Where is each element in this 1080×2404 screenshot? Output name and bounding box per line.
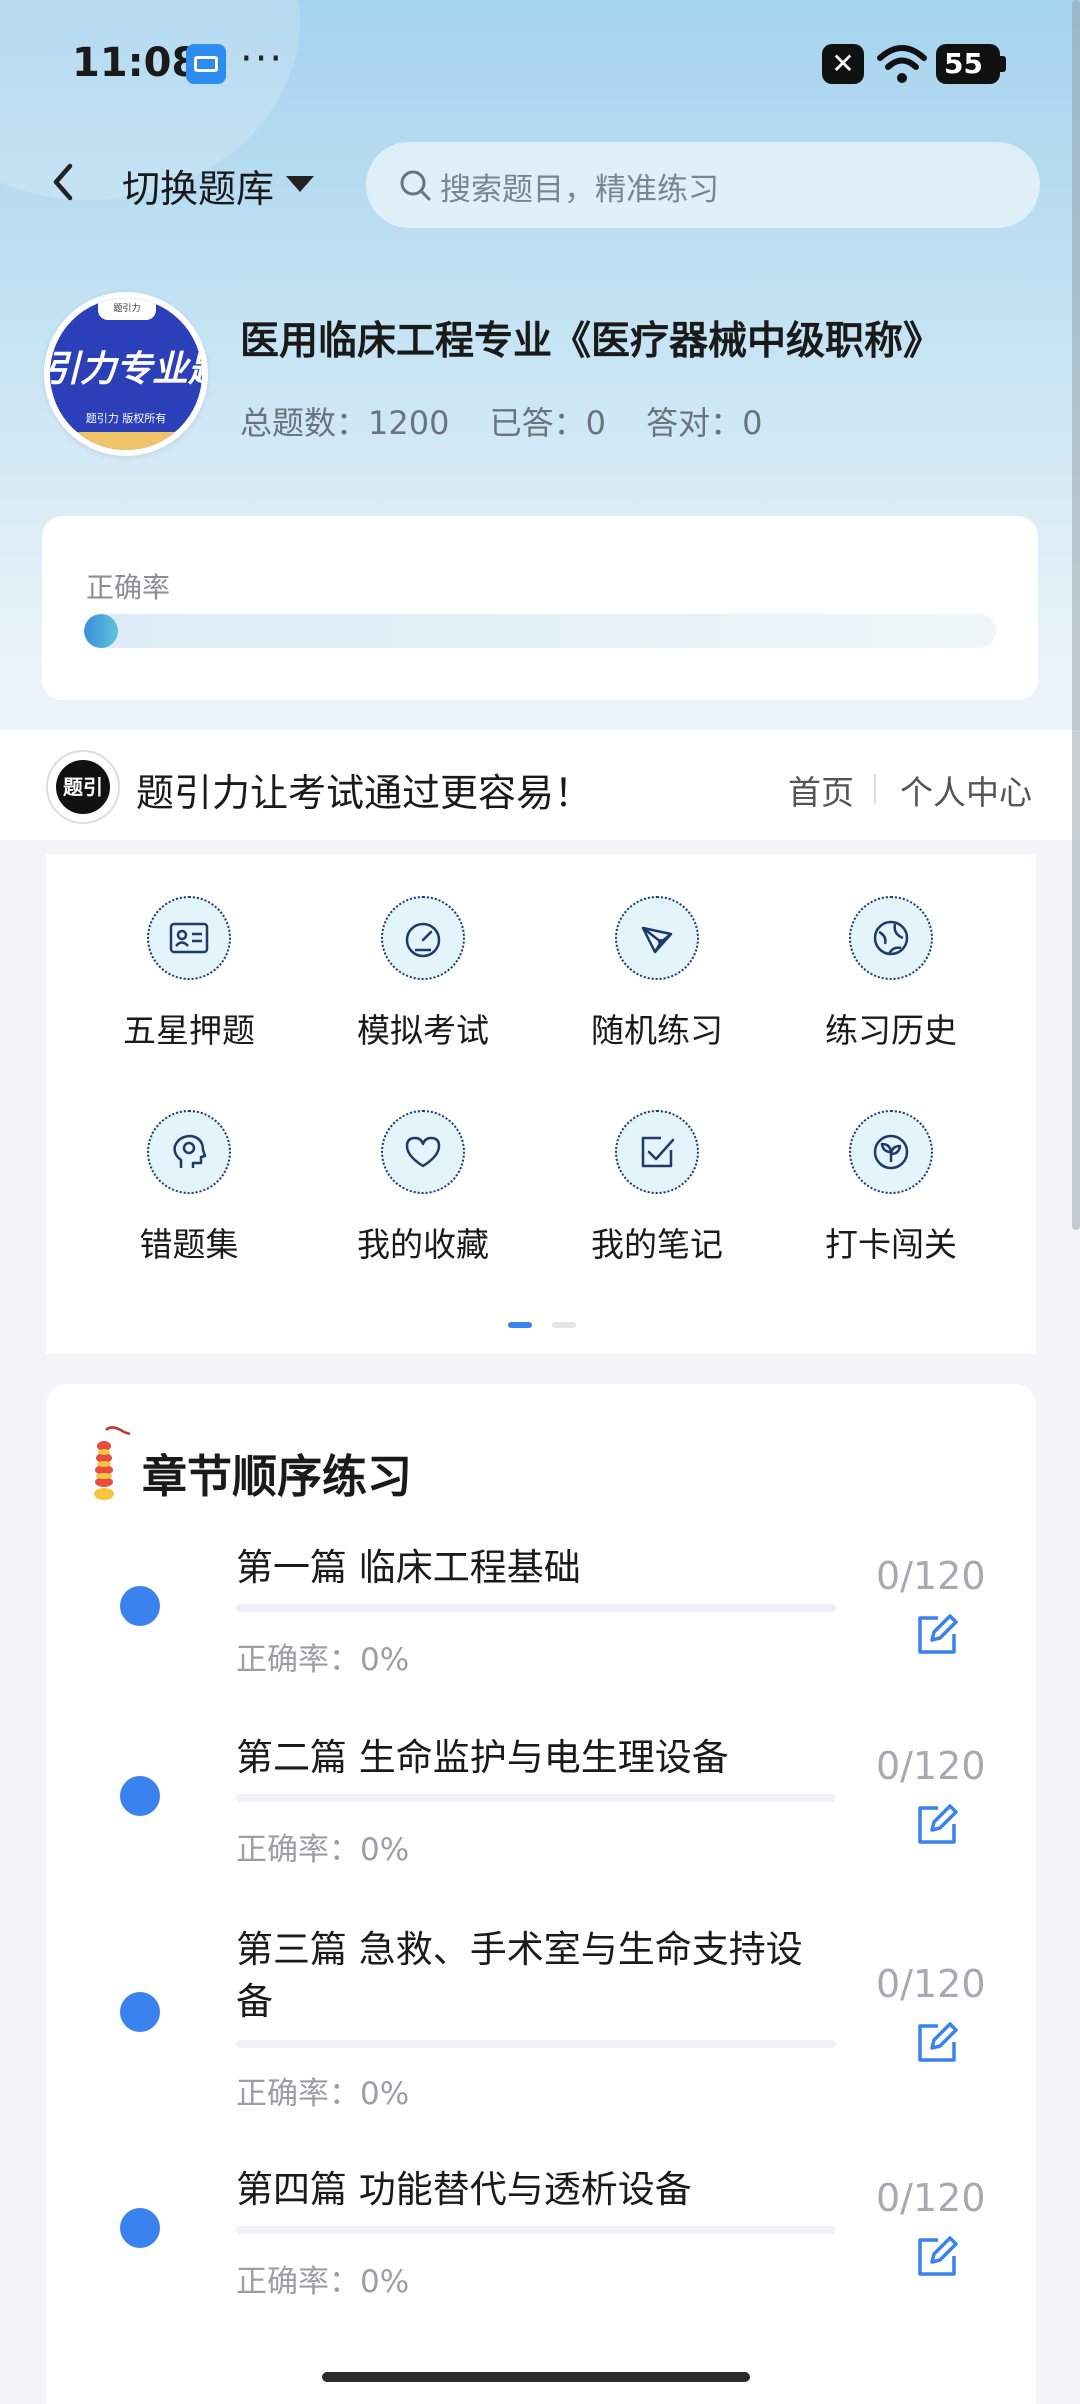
edit-icon[interactable] — [914, 2234, 960, 2280]
menu-item-favorites[interactable]: 我的收藏 — [328, 1068, 518, 1264]
accuracy-card: 正确率 — [42, 516, 1038, 700]
no-sim-icon: ✕ — [822, 44, 864, 84]
logo-tab-text: 题引力 — [98, 298, 156, 320]
edit-icon[interactable] — [914, 2020, 960, 2066]
chapter-name: 第四篇 功能替代与透析设备 — [236, 2168, 692, 2211]
brand-slogan: 题引力让考试通过更容易！ — [136, 771, 593, 815]
chapter-status-dot — [120, 1586, 160, 1626]
total-count: 总题数：1200 — [240, 404, 450, 442]
battery-cap — [1000, 56, 1006, 72]
menu-label: 练习历史 — [825, 1011, 957, 1050]
chapter-section-title: 章节顺序练习 — [142, 1450, 413, 1503]
globe-icon — [849, 896, 933, 980]
page-indicator-active — [508, 1322, 532, 1328]
menu-label: 模拟考试 — [357, 1011, 489, 1050]
edit-icon[interactable] — [914, 1612, 960, 1658]
chapter-status-dot — [120, 2208, 160, 2248]
chapter-count: 0/120 — [876, 2176, 986, 2220]
chapter-practice-card: 章节顺序练习 第一篇 临床工程基础 正确率：0% 0/120 第二篇 生命监护与… — [46, 1384, 1036, 2404]
menu-item-checkin[interactable]: 打卡闯关 — [796, 1068, 986, 1264]
sprout-icon — [849, 1110, 933, 1194]
brand-logo: 题引力 — [46, 750, 120, 824]
battery-icon: 55 — [936, 44, 1000, 84]
question-stats: 总题数：1200 已答：0 答对：0 — [240, 398, 793, 444]
chapter-item-4[interactable]: 第四篇 功能替代与透析设备 正确率：0% 0/120 — [46, 2164, 1036, 2314]
home-link[interactable]: 首页 — [788, 766, 854, 814]
menu-item-five-star[interactable]: 五星押题 — [94, 854, 284, 1050]
chapter-item-1[interactable]: 第一篇 临床工程基础 正确率：0% 0/120 — [46, 1542, 1036, 1692]
accuracy-progress-fill — [84, 614, 118, 648]
chapter-count: 0/120 — [876, 1962, 986, 2006]
chapter-name: 第一篇 临床工程基础 — [236, 1546, 581, 1589]
menu-item-notes[interactable]: 我的笔记 — [562, 1068, 752, 1264]
heart-icon — [381, 1110, 465, 1194]
switch-bank-button[interactable]: 切换题库 — [122, 158, 274, 213]
more-notifications-icon: ··· — [240, 36, 285, 82]
chapter-status-dot — [120, 1776, 160, 1816]
menu-label: 五星押题 — [123, 1011, 255, 1050]
id-card-icon — [147, 896, 231, 980]
menu-item-mock-exam[interactable]: 模拟考试 — [328, 854, 518, 1050]
answered-count: 已答：0 — [489, 404, 606, 442]
chapter-status-dot — [120, 1992, 160, 2032]
menu-label: 打卡闯关 — [825, 1225, 957, 1264]
menu-label: 我的笔记 — [591, 1225, 723, 1264]
caret-down-icon[interactable] — [286, 176, 314, 192]
chapter-name: 第三篇 急救、手术室与生命支持设备 — [236, 1928, 803, 2023]
menu-item-history[interactable]: 练习历史 — [796, 854, 986, 1050]
checkbox-icon — [615, 1110, 699, 1194]
home-indicator[interactable] — [322, 2372, 750, 2382]
menu-label: 随机练习 — [591, 1011, 723, 1050]
menu-label: 我的收藏 — [357, 1225, 489, 1264]
chapter-accuracy: 正确率：0% — [236, 1642, 410, 1678]
network-icon — [615, 896, 699, 980]
search-icon — [400, 170, 431, 201]
status-time: 11:08 — [72, 40, 200, 86]
chapter-item-3[interactable]: 第三篇 急救、手术室与生命支持设备 正确率：0% 0/120 — [46, 1924, 1036, 2124]
feature-menu: 五星押题 模拟考试 随机练习 练习历史 错题集 我的收藏 我的笔记 打卡闯关 — [46, 854, 1036, 1354]
wallet-icon — [186, 44, 226, 84]
menu-item-wrong-questions[interactable]: 错题集 — [94, 1068, 284, 1264]
chapter-accuracy: 正确率：0% — [236, 1832, 410, 1868]
chapter-count: 0/120 — [876, 1554, 986, 1598]
scrollbar[interactable] — [1072, 0, 1080, 1230]
brand-bar: 题引力 题引力让考试通过更容易！ 首页 个人中心 — [0, 730, 1080, 840]
wifi-icon — [877, 45, 927, 83]
chapter-accuracy: 正确率：0% — [236, 2264, 410, 2300]
question-bank-logo: 题引力 引力专业题 题引力 版权所有 — [44, 292, 208, 456]
chapter-count: 0/120 — [876, 1744, 986, 1788]
accuracy-progress-track — [84, 614, 996, 648]
status-bar: 11:08 ··· ✕ 55 — [0, 36, 1080, 90]
chapter-progress-track — [236, 2226, 836, 2234]
profile-link[interactable]: 个人中心 — [900, 766, 1032, 814]
page-indicator — [552, 1322, 576, 1328]
logo-text: 引力专业题 — [50, 349, 202, 390]
brand-logo-text: 题引力 — [56, 760, 110, 814]
divider — [874, 774, 876, 804]
question-bank-title: 医用临床工程专业《医疗器械中级职称》 — [240, 319, 943, 364]
chapter-accuracy: 正确率：0% — [236, 2076, 410, 2112]
search-placeholder: 搜索题目，精准练习 — [440, 172, 719, 208]
correct-count: 答对：0 — [646, 404, 763, 442]
chapter-progress-track — [236, 2040, 836, 2048]
head-icon — [147, 1110, 231, 1194]
gauge-icon — [381, 896, 465, 980]
accuracy-label: 正确率 — [86, 571, 171, 604]
menu-label: 错题集 — [139, 1225, 239, 1264]
chapter-item-2[interactable]: 第二篇 生命监护与电生理设备 正确率：0% 0/120 — [46, 1732, 1036, 1882]
logo-subtext: 题引力 版权所有 — [85, 412, 167, 425]
search-input[interactable]: 搜索题目，精准练习 — [366, 142, 1040, 228]
chapter-progress-track — [236, 1604, 836, 1612]
menu-item-random-practice[interactable]: 随机练习 — [562, 854, 752, 1050]
firecracker-icon — [94, 1426, 131, 1500]
back-arrow-icon[interactable] — [40, 150, 88, 214]
chapter-name: 第二篇 生命监护与电生理设备 — [236, 1736, 729, 1779]
edit-icon[interactable] — [914, 1802, 960, 1848]
chapter-progress-track — [236, 1794, 836, 1802]
